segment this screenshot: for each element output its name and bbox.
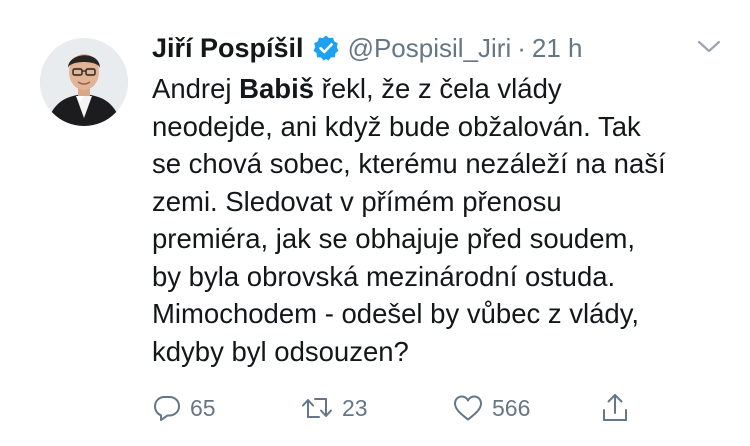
- like-button[interactable]: 566: [452, 388, 530, 428]
- text-segment: řekl, že z čela vlády: [314, 73, 562, 104]
- retweet-button[interactable]: 23: [300, 388, 368, 428]
- avatar-portrait-image: [40, 38, 128, 126]
- text-segment: Andrej: [152, 73, 240, 104]
- tweet-text-line: kdyby byl odsouzen?: [152, 335, 409, 367]
- tweet-text-line: Mimochodem - odešel by vůbec z vlády,: [152, 298, 640, 329]
- verified-badge-icon: [312, 34, 340, 62]
- tweet-text-line: premiéra, jak se obhajuje před soudem,: [152, 223, 636, 254]
- reply-count: 65: [190, 394, 216, 421]
- bold-name: Babiš: [239, 73, 315, 104]
- tweet-text-line: se chová sobec, kterému nezáleží na naší: [152, 148, 666, 179]
- header-separator: ·: [517, 32, 526, 63]
- chevron-down-icon[interactable]: [696, 38, 722, 56]
- tweet-card[interactable]: Jiří Pospíšil @Pospisil_Jiri · 21 h Andr…: [0, 0, 750, 446]
- tweet-text-line: neodejde, ani když bude obžalován. Tak: [152, 110, 641, 142]
- reply-icon: [154, 396, 180, 421]
- reply-button[interactable]: 65: [152, 388, 216, 428]
- retweet-icon: [302, 398, 332, 418]
- avatar[interactable]: [40, 38, 128, 126]
- tweet-timestamp[interactable]: 21 h: [532, 33, 583, 64]
- share-icon: [603, 394, 627, 421]
- tweet-text: Andrej Babiš řekl, že z čela vlády neode…: [152, 70, 722, 370]
- like-count: 566: [492, 394, 531, 421]
- tweet-text-line: Andrej Babiš řekl, že z čela vlády: [152, 70, 722, 108]
- author-handle[interactable]: @Pospisil_Jiri: [348, 33, 512, 64]
- heart-icon: [454, 395, 482, 421]
- share-button[interactable]: [600, 388, 630, 428]
- retweet-count: 23: [342, 394, 368, 421]
- tweet-text-line: zemi. Sledovat v přímém přenosu: [152, 185, 562, 217]
- author-name[interactable]: Jiří Pospíšil: [152, 33, 304, 64]
- tweet-text-line: by byla obrovská mezinárodní ostuda.: [152, 260, 616, 292]
- tweet-header: Jiří Pospíšil @Pospisil_Jiri · 21 h: [152, 28, 583, 68]
